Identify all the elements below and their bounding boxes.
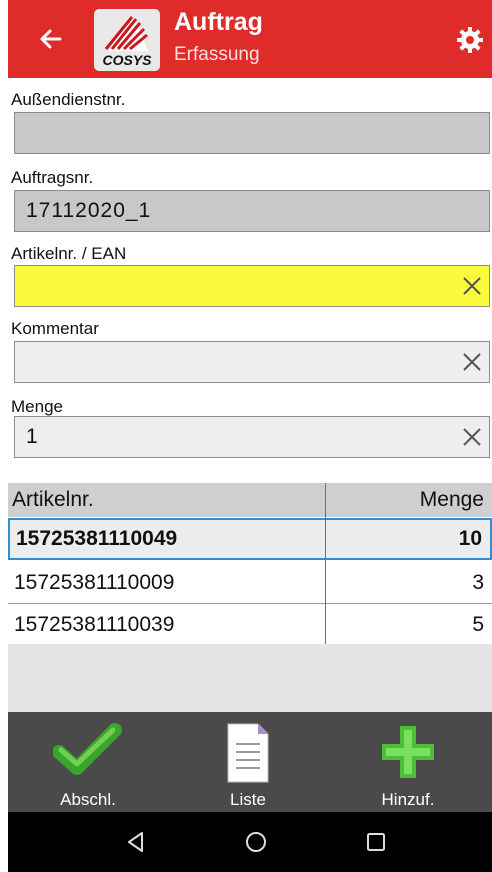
- page-subtitle: Erfassung: [174, 44, 260, 65]
- auftrag-field[interactable]: 17112020_1: [14, 190, 490, 232]
- cell-menge: 5: [472, 613, 484, 636]
- system-nav-bar: [8, 812, 492, 872]
- table-row[interactable]: 15725381110049 10: [8, 518, 492, 560]
- hinzufuegen-label: Hinzuf.: [381, 790, 435, 809]
- aussendienst-field[interactable]: [14, 112, 490, 154]
- cell-artikelnr: 15725381110049: [16, 527, 178, 550]
- cell-menge: 3: [472, 571, 484, 594]
- back-triangle-icon[interactable]: [122, 828, 150, 856]
- abschliessen-button[interactable]: Abschl.: [18, 712, 158, 812]
- recents-square-icon[interactable]: [362, 828, 390, 856]
- checkmark-icon: [53, 723, 122, 775]
- back-arrow-icon[interactable]: [36, 24, 66, 54]
- kommentar-field[interactable]: [14, 341, 490, 383]
- aussendienst-label: Außendienstnr.: [11, 90, 126, 109]
- plus-icon: [382, 726, 434, 778]
- table-row[interactable]: 15725381110009 3: [8, 562, 492, 604]
- hinzufuegen-button[interactable]: Hinzuf.: [338, 712, 478, 812]
- gear-icon[interactable]: [456, 26, 484, 54]
- column-header-menge[interactable]: Menge: [420, 483, 484, 517]
- empty-list-area: [8, 644, 492, 712]
- kommentar-label: Kommentar: [11, 319, 99, 338]
- cell-artikelnr: 15725381110009: [14, 571, 175, 594]
- clear-icon[interactable]: [461, 275, 483, 297]
- table-row[interactable]: 15725381110039 5: [8, 604, 492, 646]
- menge-label: Menge: [11, 397, 63, 416]
- liste-label: Liste: [230, 790, 266, 809]
- menge-value: 1: [26, 425, 39, 448]
- clear-icon[interactable]: [461, 351, 483, 373]
- cosys-logo: COSYS: [94, 9, 160, 71]
- column-divider: [325, 483, 326, 648]
- home-circle-icon[interactable]: [242, 828, 270, 856]
- abschliessen-label: Abschl.: [60, 790, 116, 809]
- menge-field[interactable]: 1: [14, 416, 490, 458]
- liste-button[interactable]: Liste: [178, 712, 318, 812]
- app-bar: COSYS Auftrag Erfassung: [8, 0, 492, 78]
- form-area: Außendienstnr. Auftragsnr. 17112020_1 Ar…: [8, 78, 492, 712]
- page-title: Auftrag: [174, 8, 263, 36]
- artikel-ean-field[interactable]: [14, 265, 490, 307]
- action-bar: Abschl. Liste Hinzuf.: [8, 712, 492, 812]
- table-header: Artikelnr. Menge: [8, 483, 492, 517]
- clear-icon[interactable]: [461, 426, 483, 448]
- list-document-icon: [227, 723, 269, 783]
- artikel-label: Artikelnr. / EAN: [11, 244, 127, 263]
- auftrag-value: 17112020_1: [26, 199, 152, 222]
- cell-menge: 10: [458, 527, 482, 550]
- svg-text:COSYS: COSYS: [102, 52, 152, 68]
- column-header-artikelnr[interactable]: Artikelnr.: [12, 483, 94, 517]
- auftrag-label: Auftragsnr.: [11, 168, 94, 187]
- cell-artikelnr: 15725381110039: [14, 613, 175, 636]
